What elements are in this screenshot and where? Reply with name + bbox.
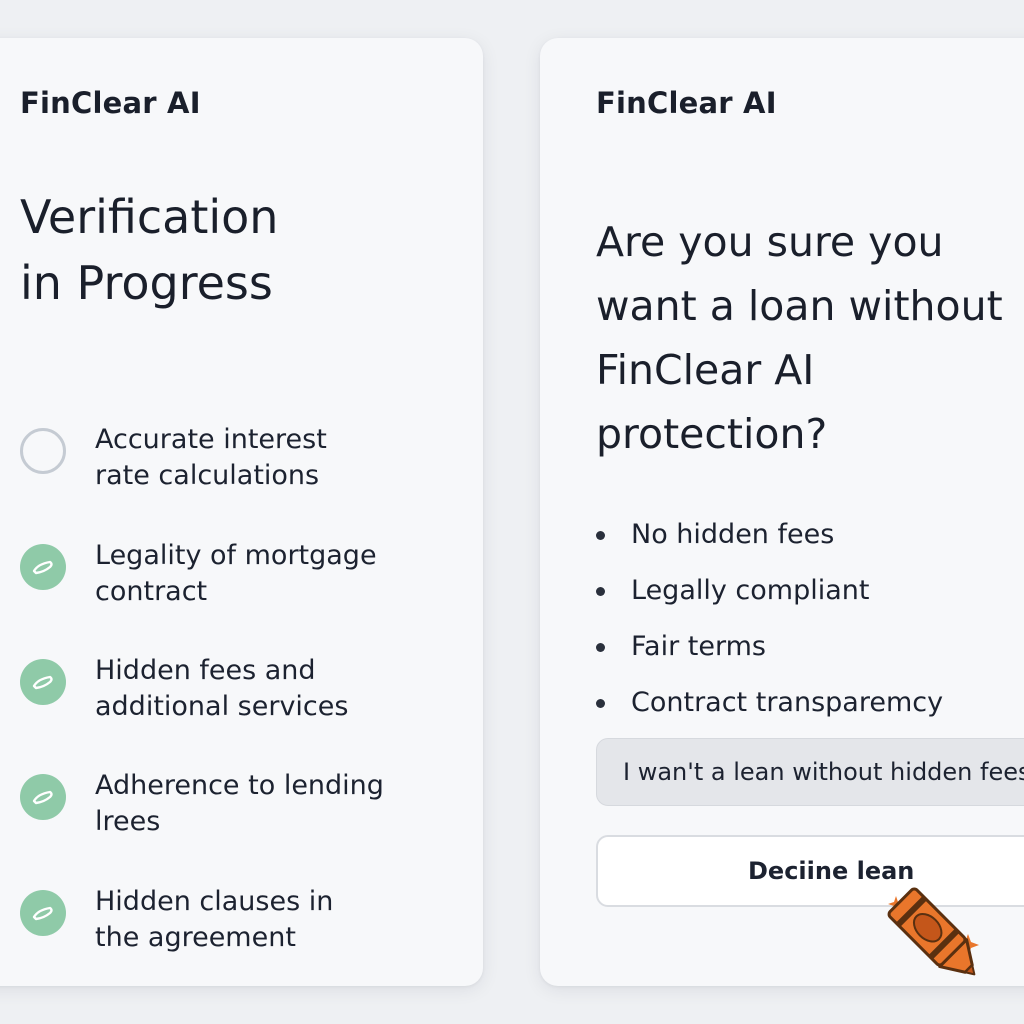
screen: FinClear AI Verification in Progress Acc… xyxy=(0,0,1024,1024)
verification-title-line-2: in Progress xyxy=(20,256,273,310)
checklist-item-line-2: lrees xyxy=(95,806,161,837)
brand-logo-text: FinClear AI xyxy=(596,86,777,120)
benefit-label: Contract transparemcy xyxy=(631,687,944,718)
verification-panel: FinClear AI Verification in Progress Acc… xyxy=(0,38,483,986)
question-line-2: want a loan without xyxy=(596,282,1003,330)
checklist-item-line-1: Accurate interest xyxy=(95,424,327,455)
verification-title-line-1: Verification xyxy=(20,190,279,244)
benefit-label: Legally compliant xyxy=(631,575,870,606)
check-circle-icon xyxy=(20,659,66,705)
bullet-icon xyxy=(596,643,605,652)
question-line-4: protection? xyxy=(596,410,828,458)
question-line-1: Are you sure you xyxy=(596,218,944,266)
brand-logo-text: FinClear AI xyxy=(20,86,201,120)
checklist-item-line-2: rate calculations xyxy=(95,460,320,491)
checklist-item-label: Accurate interest rate calculations xyxy=(95,422,435,494)
loan-without-hidden-fees-button[interactable]: I wan't a lean without hidden fees xyxy=(596,738,1024,806)
checklist-item-line-1: Legality of mortgage xyxy=(95,540,377,571)
checklist-item-line-1: Hidden clauses in xyxy=(95,886,334,917)
benefit-label: No hidden fees xyxy=(631,519,835,550)
checklist-item-label: Hidden clauses in the agreement xyxy=(95,884,435,956)
check-circle-icon xyxy=(20,544,66,590)
bullet-icon xyxy=(596,699,605,708)
benefit-label: Fair terms xyxy=(631,631,766,662)
confirmation-dialog: FinClear AI Are you sure you want a loan… xyxy=(540,38,1024,986)
checklist-item-line-2: contract xyxy=(95,576,208,607)
check-circle-icon xyxy=(20,890,66,936)
checklist-item-line-1: Adherence to lending xyxy=(95,770,384,801)
checklist-item-line-1: Hidden fees and xyxy=(95,655,316,686)
checklist-item-line-2: the agreement xyxy=(95,922,296,953)
verification-title: Verification in Progress xyxy=(20,184,420,316)
checklist-item-label: Hidden fees and additional services xyxy=(95,653,435,725)
checklist-item-label: Legality of mortgage contract xyxy=(95,538,435,610)
bullet-icon xyxy=(596,531,605,540)
checklist-item-label: Adherence to lending lrees xyxy=(95,768,435,840)
bullet-icon xyxy=(596,587,605,596)
empty-circle-icon xyxy=(20,428,66,474)
checklist-item-line-2: additional services xyxy=(95,691,349,722)
question-line-3: FinClear AI xyxy=(596,346,815,394)
confirmation-question: Are you sure you want a loan without Fin… xyxy=(596,210,1024,466)
crayon-icon xyxy=(887,887,979,976)
check-circle-icon xyxy=(20,774,66,820)
